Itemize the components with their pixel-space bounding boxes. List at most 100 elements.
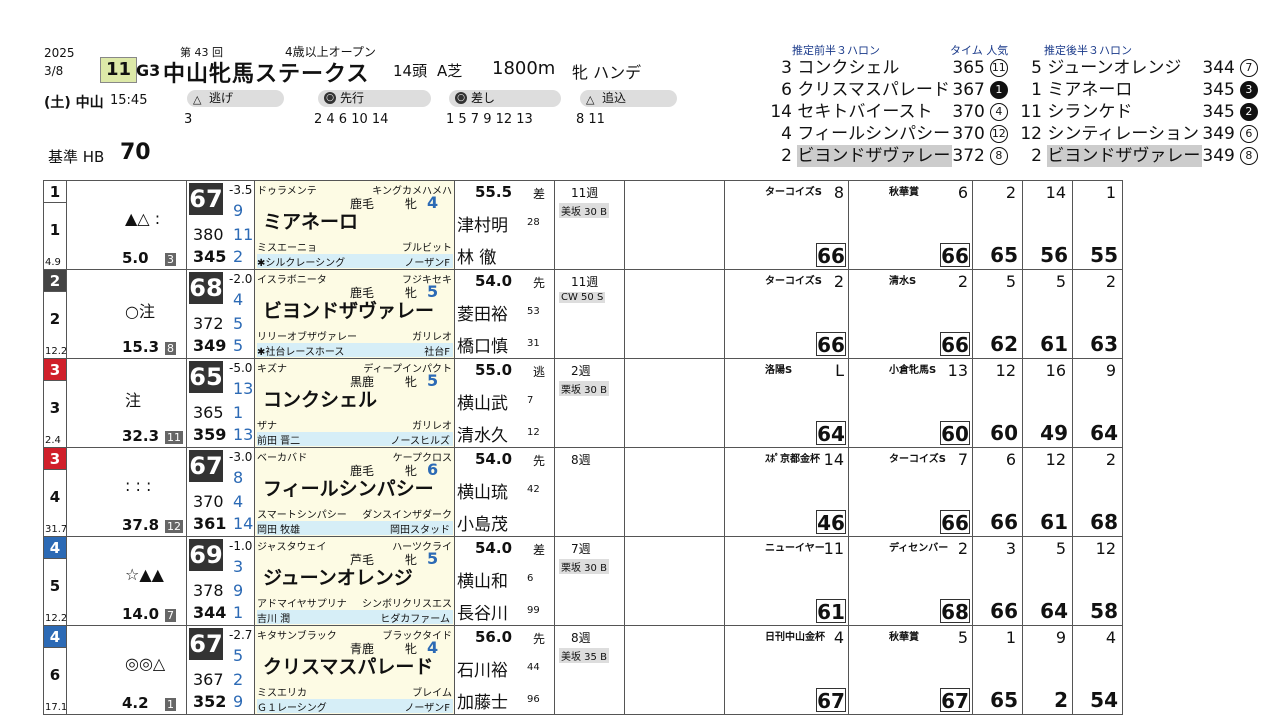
frame-number: 3 — [44, 359, 66, 381]
marks-cell: 注 32.3 11 — [66, 358, 187, 448]
past-rating: 67 — [816, 688, 846, 713]
horse-info-cell: キズナ ディープインパクト 黒鹿牝 5 コンクシェル ザナ ガリレオ 前田 晋二 ノースヒルズ — [254, 358, 455, 448]
recent-a: 12 60 — [972, 358, 1023, 448]
stats-cell — [624, 447, 725, 537]
style-pill-nige: △ 逃げ — [187, 90, 284, 107]
trainer[interactable]: 長谷川 — [457, 599, 508, 624]
trainer[interactable]: 小島茂 — [457, 510, 508, 535]
horse-row[interactable]: 4 6 17.1 ◎◎△ 4.2 1 67 -2.7 5 367 2 352 9 キタサンブラック ブラック… — [43, 625, 1123, 715]
broodmare-sire: シンボリクリスエス — [362, 599, 452, 610]
training: 栗坂 30 B — [559, 559, 609, 574]
horse-name[interactable]: フィールシンパシー — [263, 474, 434, 501]
horse-name[interactable]: ミアネーロ — [263, 207, 358, 234]
past-rating: 60 — [940, 421, 970, 446]
horse-name[interactable]: ビヨンドザヴァレー — [263, 296, 434, 323]
trainer[interactable]: 林 徹 — [457, 243, 496, 268]
popularity-badge: 11 — [989, 59, 1008, 77]
frame-number: 4 — [44, 626, 66, 648]
frame-number: 1 — [44, 181, 66, 203]
training: 美坂 35 B — [559, 648, 609, 663]
jockey[interactable]: 石川裕 — [457, 656, 508, 681]
age: 4 — [427, 193, 439, 212]
past-rating: 64 — [816, 421, 846, 446]
past-race-2: 秋華賞 5 67 — [848, 625, 973, 715]
horse-name[interactable]: コンクシェル — [263, 385, 377, 412]
trainer[interactable]: 加藤士 — [457, 688, 508, 713]
damsire-top: ハーツクライ — [392, 542, 452, 553]
past-race-1: 日刊中山金杯 4 67 — [724, 625, 849, 715]
horse-name[interactable]: ジューンオレンジ — [263, 563, 413, 590]
popularity-badge: 7 — [1239, 59, 1258, 77]
pred-row: 4 フィールシンパシー 370 12 — [781, 124, 1008, 144]
stats-cell — [624, 269, 725, 359]
popularity: 7 — [165, 609, 176, 622]
weeks: 11週 — [571, 186, 599, 200]
popularity: 1 — [165, 698, 176, 711]
horse-row[interactable]: 4 5 12.2 ☆▲▲ 14.0 7 69 -1.0 3 378 9 344 1 ジャスタウェイ ハーツク… — [43, 536, 1123, 626]
horse-name[interactable]: クリスマスパレード — [263, 652, 433, 679]
race-grade: G3 — [136, 61, 161, 80]
marks-cell: : : : 37.8 12 — [66, 447, 187, 537]
recent-c: 9 64 — [1072, 358, 1123, 448]
jockey[interactable]: 菱田裕 — [457, 300, 508, 325]
past-rating: 66 — [940, 510, 970, 535]
rating: 65 — [189, 361, 223, 393]
recent-a: 6 66 — [972, 447, 1023, 537]
horse-info-cell: ドゥラメンテ キングカメハメハ 鹿毛牝 4 ミアネーロ ミスエーニョ ブルビット ✱シルクレー… — [254, 180, 455, 270]
popularity-badge: 1 — [989, 81, 1008, 99]
past-rating: 66 — [940, 332, 970, 357]
weeks: 2週 — [571, 364, 591, 378]
horse-row[interactable]: 1 1 4.9 ▲△ :5.0 3 67 -3.5 9 380 11 345 2 ドゥラメンテ キングカメ… — [43, 180, 1123, 270]
odds: 4.2 — [122, 694, 149, 712]
past-rating: 66 — [940, 243, 970, 268]
race-heads: 14頭 — [393, 62, 428, 80]
odds: 5.0 — [122, 249, 149, 267]
broodmare-sire: ガリレオ — [412, 332, 452, 343]
popularity-badge: 3 — [1239, 81, 1258, 99]
rating-cell: 67 -2.7 5 367 2 352 9 — [186, 625, 255, 715]
jockey[interactable]: 横山琉 — [457, 478, 508, 503]
style-pill-senko: ○ 先行 — [318, 90, 431, 107]
recent-a: 1 65 — [972, 625, 1023, 715]
farm: 岡田スタッド — [390, 525, 450, 536]
horse-row[interactable]: 3 3 2.4 注 32.3 11 65 -5.0 13 365 1 359 13 キズナ ディープインパク… — [43, 358, 1123, 448]
triangle-icon: △ — [586, 93, 595, 106]
sire: キタサンブラック — [257, 631, 337, 642]
horse-number: 4 — [49, 488, 61, 506]
weeks-cell: 11週 CW 50 S — [554, 269, 625, 359]
marks-cell: ◎◎△ 4.2 1 — [66, 625, 187, 715]
frame-cell: 3 4 31.7 — [43, 447, 67, 537]
jockey[interactable]: 横山和 — [457, 567, 508, 592]
dam: ミスエリカ — [257, 688, 307, 699]
prediction-marks: ○注 — [125, 302, 155, 321]
jockey[interactable]: 津村明 — [457, 211, 508, 236]
training: 栗坂 30 B — [559, 381, 609, 396]
trainer[interactable]: 橋口慎 — [457, 332, 508, 357]
rating: 67 — [189, 183, 223, 215]
run-style: 先 — [533, 276, 546, 290]
weight: 56.0 — [475, 628, 513, 646]
past-race-2: 小倉牝馬S 13 60 — [848, 358, 973, 448]
run-style: 差 — [533, 543, 546, 557]
weight: 54.0 — [475, 539, 513, 557]
recent-c: 4 54 — [1072, 625, 1123, 715]
run-style: 先 — [533, 454, 546, 468]
run-style: 差 — [533, 187, 546, 201]
dam: スマートシンパシー — [257, 510, 347, 521]
horse-row[interactable]: 3 4 31.7: : : 37.8 12 67 -3.0 8 370 4 361 14 ベーカバド ケー… — [43, 447, 1123, 537]
horse-number: 3 — [49, 399, 61, 417]
race-turf: A芝 — [437, 62, 463, 80]
popularity-badge: 8 — [989, 147, 1008, 165]
jockey[interactable]: 横山武 — [457, 389, 508, 414]
pred-second-list: 5 ジューンオレンジ 344 71 ミアネーロ 345 3 11 シランケド 345 2… — [1020, 57, 1260, 167]
horse-row[interactable]: 2 2 12.2 ○注 15.3 8 68 -2.0 4 372 5 349 5 イスラボニータ フジキセキ… — [43, 269, 1123, 359]
frame-cell: 4 5 12.2 — [43, 536, 67, 626]
weeks-cell: 8週 — [554, 447, 625, 537]
popularity: 8 — [165, 342, 176, 355]
trainer[interactable]: 清水久 — [457, 421, 508, 446]
past-rating: 68 — [940, 599, 970, 624]
prediction-marks: 注 — [125, 391, 142, 410]
triangle-icon: △ — [193, 93, 202, 106]
rank-value: 4.9 — [45, 257, 61, 268]
horse-number: 6 — [49, 666, 61, 684]
